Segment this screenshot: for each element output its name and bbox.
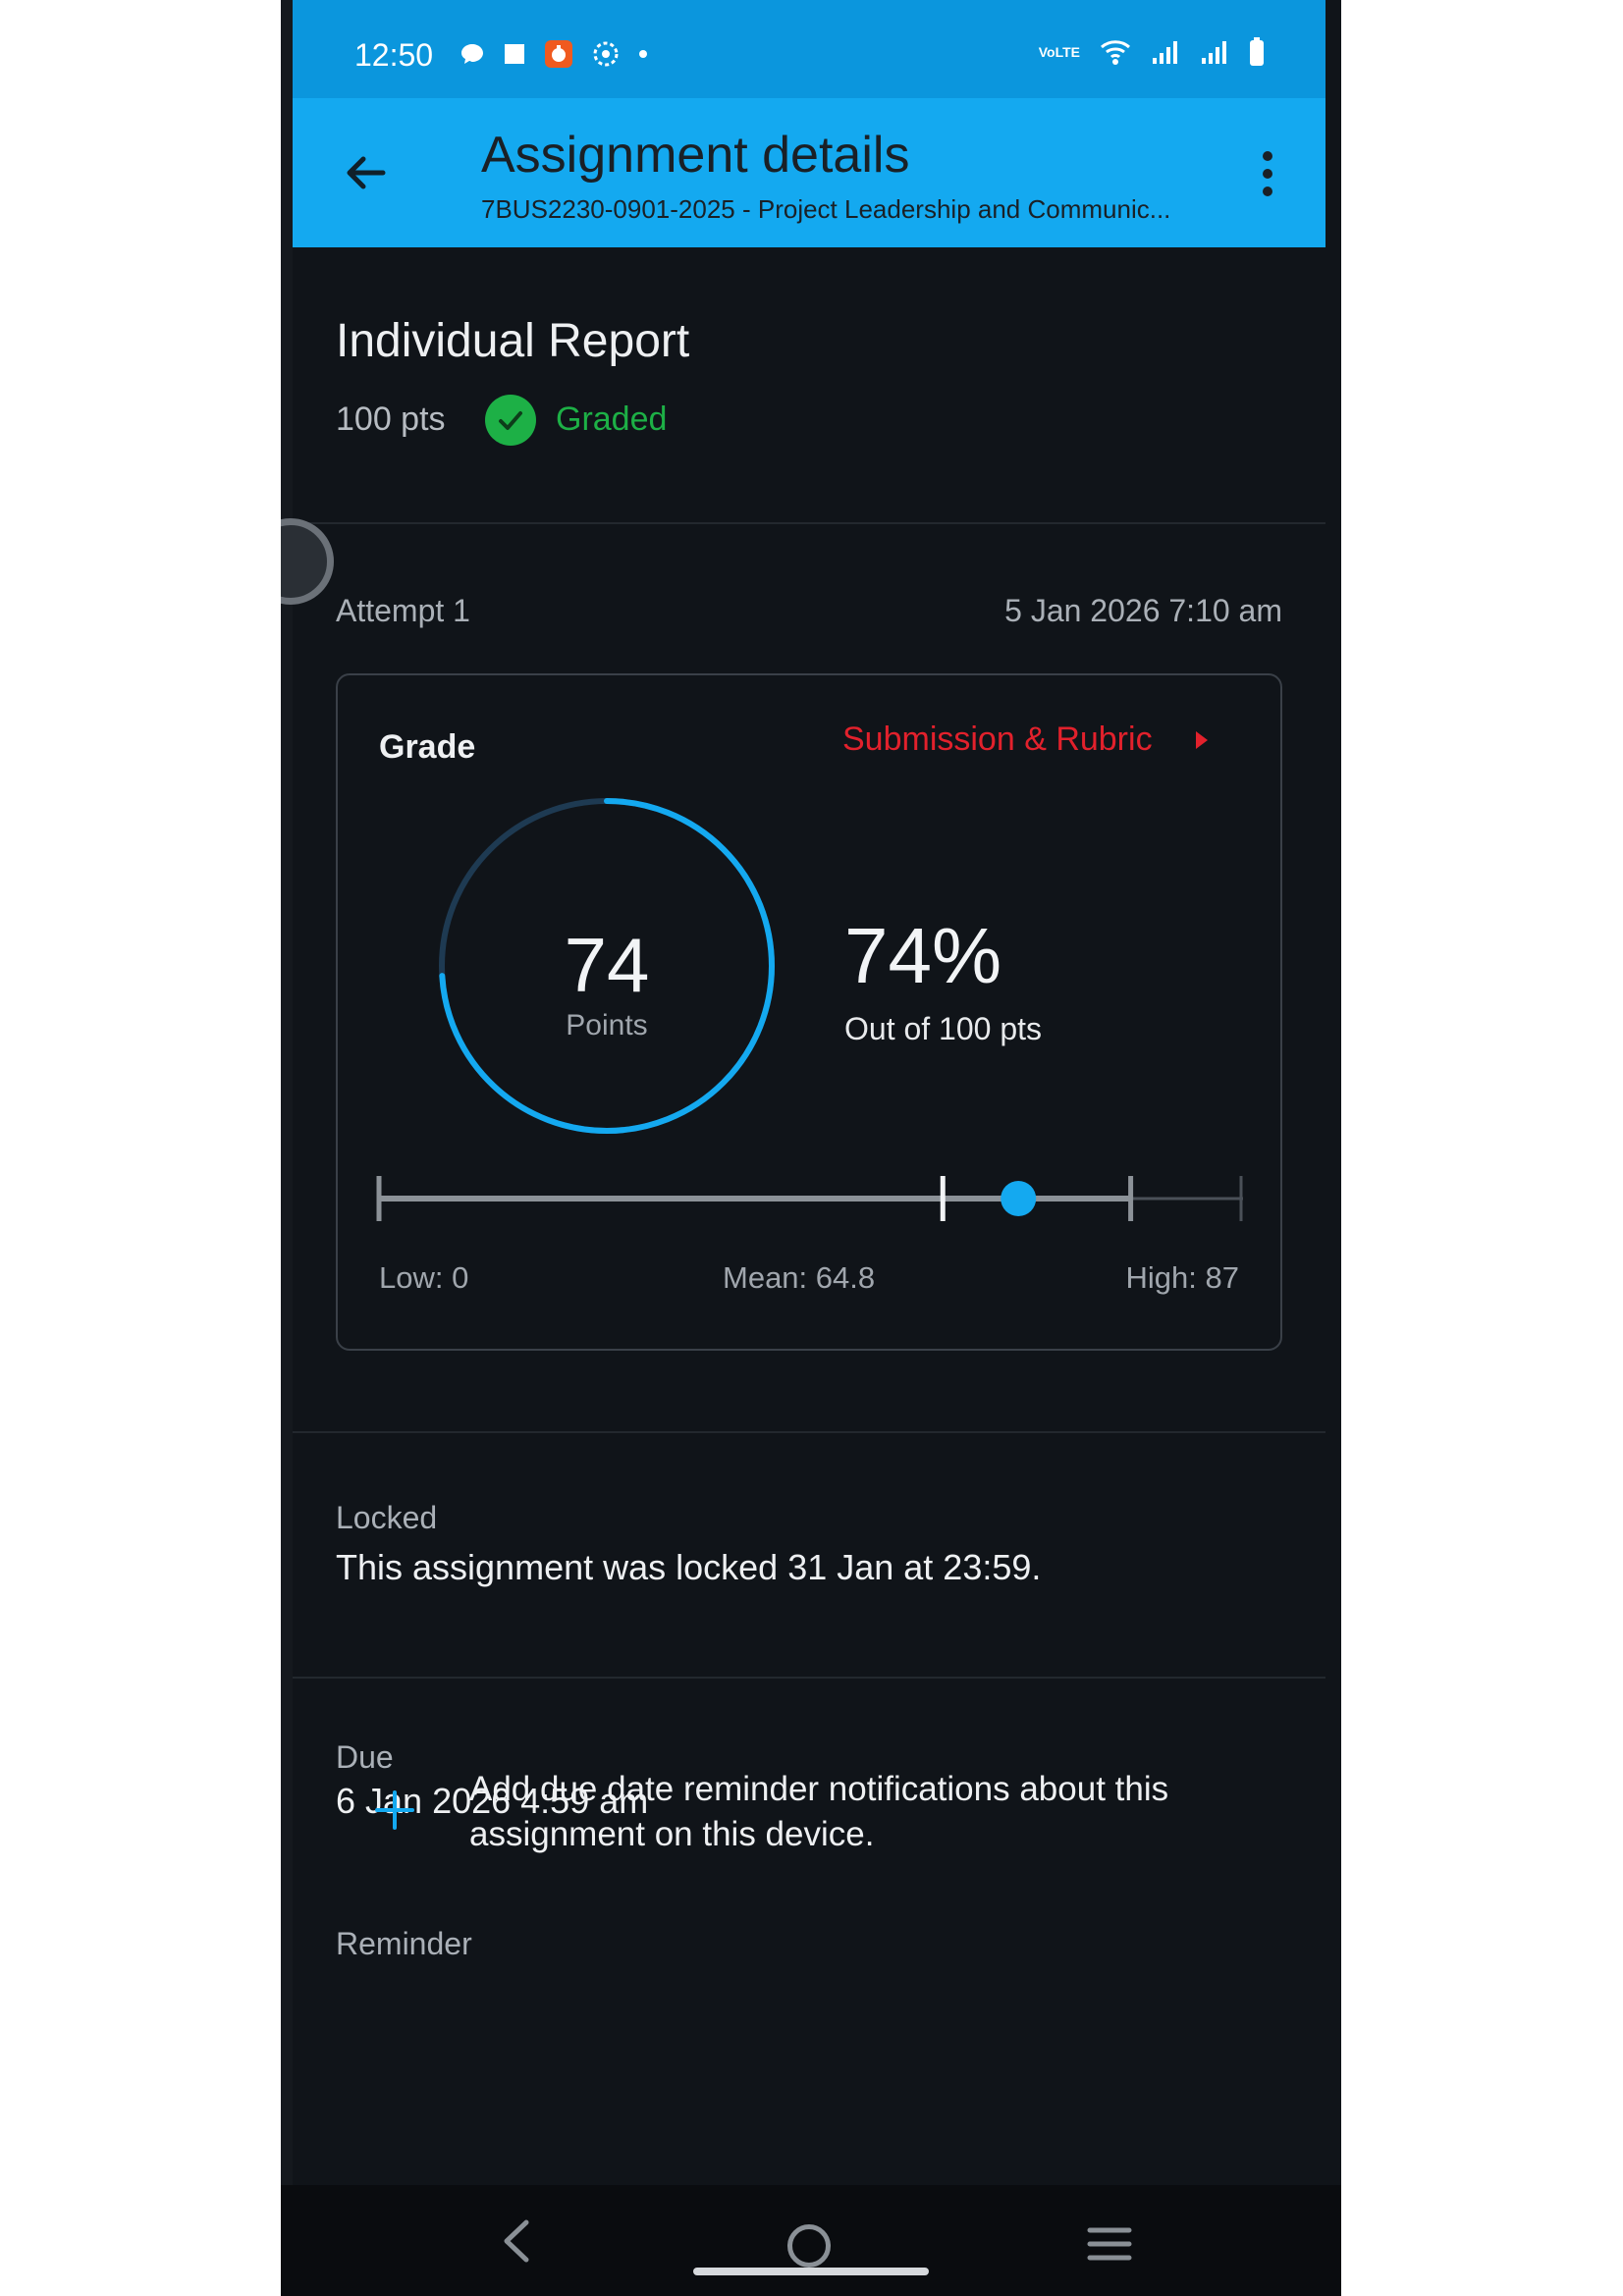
divider: [293, 522, 1325, 524]
nav-home-icon[interactable]: [787, 2224, 831, 2268]
score-distribution-bar: [376, 1176, 1243, 1221]
floating-assistant-button[interactable]: [281, 518, 334, 605]
grade-card: Grade Submission & Rubric 74 Points 74% …: [336, 673, 1282, 1351]
wifi-icon: [1101, 40, 1130, 65]
divider: [293, 1677, 1325, 1679]
battery-icon: [1250, 37, 1264, 66]
more-options-icon[interactable]: [1263, 151, 1274, 196]
volte-label: VoLTE: [1038, 44, 1080, 60]
settings-sync-icon: [593, 41, 619, 67]
app-bar: Assignment details 7BUS2230-0901-2025 - …: [293, 98, 1325, 247]
reminder-label: Reminder: [336, 1926, 472, 1961]
phone-screen: 12:50 VoLTE Assignment details 7BUS2230-…: [281, 0, 1341, 2296]
screen-edge: [281, 0, 293, 2296]
out-of-points: Out of 100 pts: [844, 1011, 1043, 1046]
back-arrow-icon[interactable]: [340, 147, 391, 198]
system-nav-bar: [281, 2185, 1341, 2296]
mean-score-label: Mean: 64.8: [723, 1260, 876, 1295]
more-notifications-dot-icon: [639, 50, 647, 58]
add-reminder-text[interactable]: Add due date reminder notifications abou…: [469, 1767, 1235, 1857]
grade-heading: Grade: [379, 728, 476, 766]
assignment-title: Individual Report: [336, 315, 690, 367]
attempt-date: 5 Jan 2026 7:10 am: [1004, 593, 1282, 628]
score-marker: [1001, 1181, 1037, 1216]
points-label: Points: [566, 1009, 648, 1041]
signal-icon-1: [1153, 41, 1177, 64]
notification-icons: [460, 39, 648, 69]
percent-score: 74%: [844, 912, 1002, 999]
status-bar: 12:50 VoLTE: [293, 0, 1325, 98]
nav-back-icon[interactable]: [497, 2216, 536, 2266]
due-label: Due: [336, 1739, 394, 1775]
add-reminder-plus-icon[interactable]: [373, 1789, 416, 1832]
app-notification-icon: [545, 40, 572, 68]
gesture-home-bar[interactable]: [693, 2268, 929, 2275]
signal-icon-2: [1202, 41, 1226, 64]
caret-right-icon: [1195, 730, 1208, 749]
attempt-label[interactable]: Attempt 1: [336, 593, 470, 629]
chat-bubble-icon: [461, 44, 483, 64]
course-subtitle: 7BUS2230-0901-2025 - Project Leadership …: [481, 194, 1171, 224]
submission-rubric-link[interactable]: Submission & Rubric: [842, 721, 1208, 759]
submission-rubric-label: Submission & Rubric: [842, 721, 1153, 758]
nav-recents-icon[interactable]: [1086, 2224, 1133, 2264]
graded-status: Graded: [556, 400, 668, 438]
divider: [293, 1431, 1325, 1433]
high-score-label: High: 87: [1125, 1260, 1239, 1295]
square-notification-icon: [505, 44, 524, 64]
system-icons: VoLTE: [1039, 37, 1265, 67]
graded-check-icon: [485, 395, 536, 446]
page-title: Assignment details: [481, 127, 910, 184]
points-value: 74: [564, 922, 650, 1008]
points-possible: 100 pts: [336, 400, 446, 438]
locked-label: Locked: [336, 1500, 438, 1535]
status-time: 12:50: [354, 37, 434, 73]
low-score-label: Low: 0: [379, 1260, 469, 1295]
locked-text: This assignment was locked 31 Jan at 23:…: [336, 1547, 1042, 1587]
